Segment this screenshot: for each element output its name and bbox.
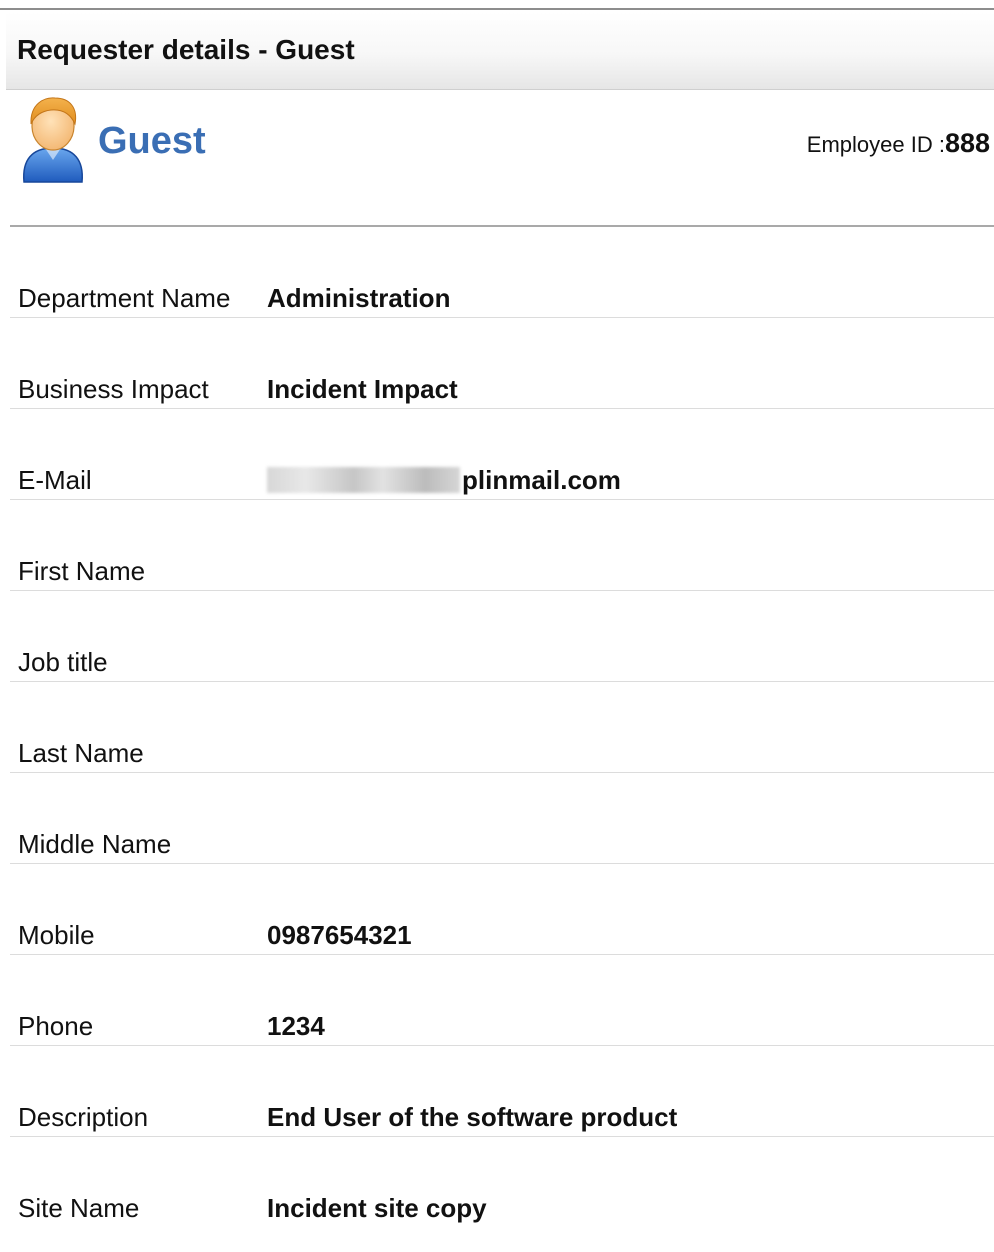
field-label: Mobile [18,920,95,950]
email-redaction-blur [267,467,460,493]
field-label: Middle Name [18,829,172,859]
field-label: Phone [18,1011,94,1041]
field-label: Job title [18,647,108,677]
field-value: Incident site copy [267,1193,487,1223]
field-email: E-Mail plinmail.com [10,409,994,500]
field-value: End User of the software product [267,1102,678,1132]
requester-fields: Department Name Administration Business … [10,227,994,1228]
field-last-name: Last Name [10,682,994,773]
profile-section: Guest Employee ID :888 [0,90,994,228]
email-value: plinmail.com [267,465,621,496]
field-label: Business Impact [18,374,209,404]
field-value: Incident Impact [267,374,458,404]
user-avatar-icon [18,94,88,186]
field-business-impact: Business Impact Incident Impact [10,318,994,409]
field-mobile: Mobile 0987654321 [10,864,994,955]
field-label: Department Name [18,283,231,313]
field-value: Administration [267,283,451,313]
field-description: Description End User of the software pro… [10,1046,994,1137]
field-label: Last Name [18,738,144,768]
field-label: First Name [18,556,146,586]
email-domain: plinmail.com [462,465,621,495]
top-divider [0,0,994,10]
field-job-title: Job title [10,591,994,682]
field-value: 0987654321 [267,920,412,950]
field-value: 1234 [267,1011,325,1041]
field-label: Site Name [18,1193,140,1223]
page-title: Requester details - Guest [17,34,355,65]
employee-id-value: 888 [944,128,990,158]
employee-id-label: Employee ID : [806,132,945,157]
field-first-name: First Name [10,500,994,591]
employee-id: Employee ID :888 [807,128,990,159]
field-department-name: Department Name Administration [10,227,994,318]
header-bar: Requester details - Guest [6,12,994,90]
requester-details-page: Requester details - Guest Guest Employee… [0,0,994,1252]
field-middle-name: Middle Name [10,773,994,864]
field-site-name: Site Name Incident site copy [10,1137,994,1228]
requester-name: Guest [98,120,206,162]
field-label: E-Mail [18,465,92,495]
field-label: Description [18,1102,149,1132]
field-phone: Phone 1234 [10,955,994,1046]
